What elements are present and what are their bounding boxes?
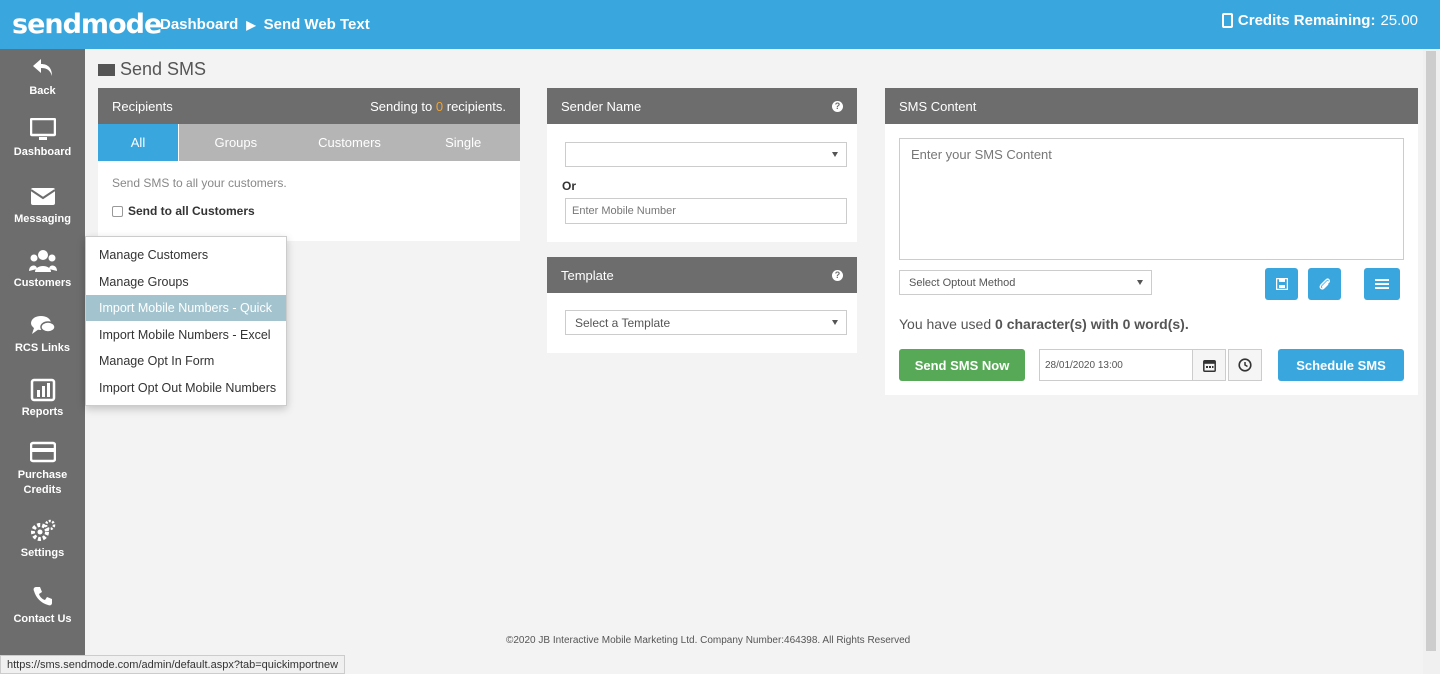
time-button[interactable] bbox=[1228, 349, 1262, 381]
sidebar-item-reports[interactable]: Reports bbox=[0, 378, 85, 418]
sms-content-header: SMS Content bbox=[885, 88, 1418, 124]
credit-card-icon bbox=[0, 441, 85, 467]
template-select[interactable]: Select a Template bbox=[565, 310, 847, 335]
send-all-row: Send to all Customers bbox=[112, 204, 255, 218]
recipients-header: Recipients Sending to 0 recipients. bbox=[98, 88, 520, 124]
credits-value: 25.00 bbox=[1380, 12, 1418, 29]
chevron-down-icon bbox=[832, 320, 838, 325]
sms-content-textarea[interactable]: Enter your SMS Content bbox=[899, 138, 1404, 260]
sender-name-select[interactable] bbox=[565, 142, 847, 167]
list-icon bbox=[1375, 279, 1389, 289]
menu-item-import-excel[interactable]: Import Mobile Numbers - Excel bbox=[86, 322, 286, 348]
send-all-checkbox[interactable] bbox=[112, 205, 123, 217]
menu-item-manage-groups[interactable]: Manage Groups bbox=[86, 269, 286, 295]
top-bar: sendmode Dashboard ▶ Send Web Text Credi… bbox=[0, 0, 1440, 49]
credits-remaining: Credits Remaining: 25.00 bbox=[1221, 12, 1418, 29]
sending-count-text: Sending to 0 recipients. bbox=[370, 98, 506, 114]
sidebar-item-back[interactable]: Back bbox=[0, 57, 85, 97]
sender-header: Sender Name ? bbox=[547, 88, 857, 124]
breadcrumb-current: Send Web Text bbox=[263, 16, 370, 33]
mobile-number-input[interactable]: Enter Mobile Number bbox=[565, 198, 847, 224]
users-icon bbox=[0, 249, 85, 275]
recipients-description: Send SMS to all your customers. bbox=[112, 176, 287, 190]
mobile-icon bbox=[1221, 13, 1233, 28]
sender-panel: Sender Name ? Or Enter Mobile Number bbox=[547, 88, 857, 242]
usage-text: You have used 0 character(s) with 0 word… bbox=[899, 316, 1189, 332]
recipient-tabs: All Groups Customers Single bbox=[98, 124, 520, 161]
send-all-label: Send to all Customers bbox=[128, 204, 255, 218]
sidebar-item-settings[interactable]: Settings bbox=[0, 519, 85, 559]
menu-item-opt-in-form[interactable]: Manage Opt In Form bbox=[86, 348, 286, 374]
bar-chart-icon bbox=[0, 378, 85, 404]
sidebar-item-rcs-links[interactable]: RCS Links bbox=[0, 314, 85, 354]
gears-icon bbox=[0, 519, 85, 545]
sidebar-item-messaging[interactable]: Messaging bbox=[0, 185, 85, 225]
schedule-sms-button[interactable]: Schedule SMS bbox=[1278, 349, 1404, 381]
calendar-button[interactable] bbox=[1192, 349, 1226, 381]
page-title: Send SMS bbox=[98, 59, 206, 80]
menu-item-manage-customers[interactable]: Manage Customers bbox=[86, 242, 286, 268]
paperclip-icon bbox=[1319, 278, 1330, 290]
template-panel: Template ? Select a Template bbox=[547, 257, 857, 353]
list-menu-button[interactable] bbox=[1364, 268, 1400, 300]
sidebar-item-customers[interactable]: Customers bbox=[0, 249, 85, 289]
help-icon[interactable]: ? bbox=[832, 269, 843, 281]
sidebar-item-purchase-credits[interactable]: Purchase Credits bbox=[0, 441, 85, 496]
or-label: Or bbox=[562, 179, 577, 193]
recipients-panel: Recipients Sending to 0 recipients. All … bbox=[98, 88, 520, 241]
menu-item-import-opt-out[interactable]: Import Opt Out Mobile Numbers bbox=[86, 375, 286, 401]
help-icon[interactable]: ? bbox=[832, 100, 843, 112]
clock-icon bbox=[1238, 358, 1252, 372]
sidebar: Back Dashboard Messaging Customers RCS L… bbox=[0, 49, 85, 674]
breadcrumb: Dashboard ▶ Send Web Text bbox=[160, 16, 370, 33]
scrollbar-thumb[interactable] bbox=[1426, 51, 1436, 651]
tab-customers[interactable]: Customers bbox=[293, 124, 407, 161]
save-draft-button[interactable] bbox=[1265, 268, 1298, 300]
caret-right-icon: ▶ bbox=[246, 17, 256, 32]
floppy-icon bbox=[1275, 278, 1288, 290]
chevron-down-icon bbox=[1137, 280, 1143, 285]
envelope-icon bbox=[98, 63, 115, 76]
phone-icon bbox=[0, 585, 85, 611]
page-scrollbar[interactable] bbox=[1423, 49, 1440, 674]
monitor-icon bbox=[0, 118, 85, 144]
tab-single[interactable]: Single bbox=[406, 124, 520, 161]
chevron-down-icon bbox=[832, 152, 838, 157]
tab-all[interactable]: All bbox=[98, 124, 179, 161]
chat-bubbles-icon bbox=[0, 314, 85, 340]
envelope-icon bbox=[0, 185, 85, 211]
calendar-icon bbox=[1202, 359, 1216, 372]
tab-groups[interactable]: Groups bbox=[179, 124, 293, 161]
send-sms-now-button[interactable]: Send SMS Now bbox=[899, 349, 1025, 381]
optout-method-select[interactable]: Select Optout Method bbox=[899, 270, 1152, 295]
breadcrumb-dashboard[interactable]: Dashboard bbox=[160, 16, 238, 33]
sidebar-item-contact-us[interactable]: Contact Us bbox=[0, 585, 85, 625]
menu-item-import-quick[interactable]: Import Mobile Numbers - Quick bbox=[86, 295, 286, 321]
sidebar-item-dashboard[interactable]: Dashboard bbox=[0, 118, 85, 158]
sms-content-panel: SMS Content Enter your SMS Content Selec… bbox=[885, 88, 1418, 395]
attach-link-button[interactable] bbox=[1308, 268, 1341, 300]
customers-dropdown-menu: Manage Customers Manage Groups Import Mo… bbox=[85, 236, 287, 406]
template-header: Template ? bbox=[547, 257, 857, 293]
logo[interactable]: sendmode bbox=[12, 9, 162, 40]
schedule-datetime-input[interactable]: 28/01/2020 13:00 bbox=[1039, 349, 1193, 381]
credits-label: Credits Remaining: bbox=[1237, 12, 1376, 29]
status-bar-url: https://sms.sendmode.com/admin/default.a… bbox=[0, 655, 346, 674]
back-arrow-icon bbox=[0, 57, 85, 83]
footer-copyright: ©2020 JB Interactive Mobile Marketing Lt… bbox=[506, 635, 911, 646]
